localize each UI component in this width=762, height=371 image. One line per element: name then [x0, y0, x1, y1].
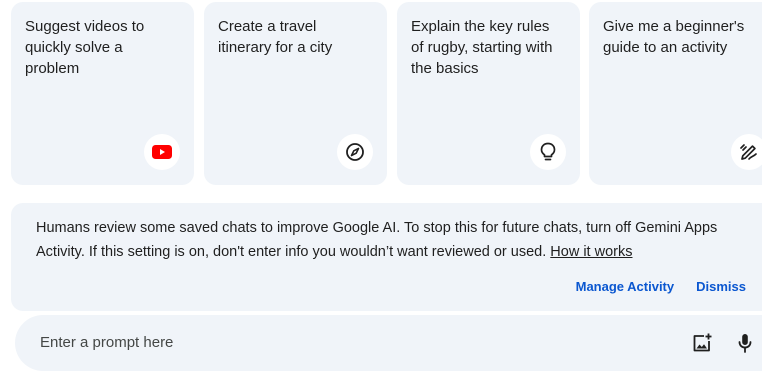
manage-activity-button[interactable]: Manage Activity: [576, 279, 675, 294]
gemini-chat-start: Suggest videos to quickly solve a proble…: [0, 0, 762, 371]
suggestion-card-text: Explain the key rules of rugby, starting…: [411, 18, 553, 77]
notice-message: Humans review some saved chats to improv…: [36, 216, 752, 264]
how-it-works-link[interactable]: How it works: [550, 244, 632, 260]
youtube-icon: [144, 134, 180, 170]
compass-icon: [337, 134, 373, 170]
suggestion-card-text: Create a travel itinerary for a city: [218, 18, 333, 56]
suggestion-card-text: Give me a beginner's guide to an activit…: [603, 18, 745, 56]
suggestion-card-videos[interactable]: Suggest videos to quickly solve a proble…: [11, 2, 194, 185]
prompt-input[interactable]: Enter a prompt here: [40, 334, 173, 351]
suggestion-cards: Suggest videos to quickly solve a proble…: [11, 2, 762, 186]
prompt-bar: Enter a prompt here: [15, 315, 762, 371]
suggestion-card-activity[interactable]: Give me a beginner's guide to an activit…: [589, 2, 762, 185]
suggestion-card-travel[interactable]: Create a travel itinerary for a city: [204, 2, 387, 185]
activity-notice: Humans review some saved chats to improv…: [11, 203, 762, 311]
edit-pen-icon: [731, 134, 762, 170]
lightbulb-icon: [530, 134, 566, 170]
notice-actions: Manage Activity Dismiss: [576, 279, 746, 294]
dismiss-button[interactable]: Dismiss: [696, 279, 746, 294]
suggestion-card-rugby[interactable]: Explain the key rules of rugby, starting…: [397, 2, 580, 185]
add-image-icon[interactable]: [690, 331, 714, 355]
suggestion-card-text: Suggest videos to quickly solve a proble…: [25, 18, 145, 77]
microphone-icon[interactable]: [733, 331, 757, 355]
